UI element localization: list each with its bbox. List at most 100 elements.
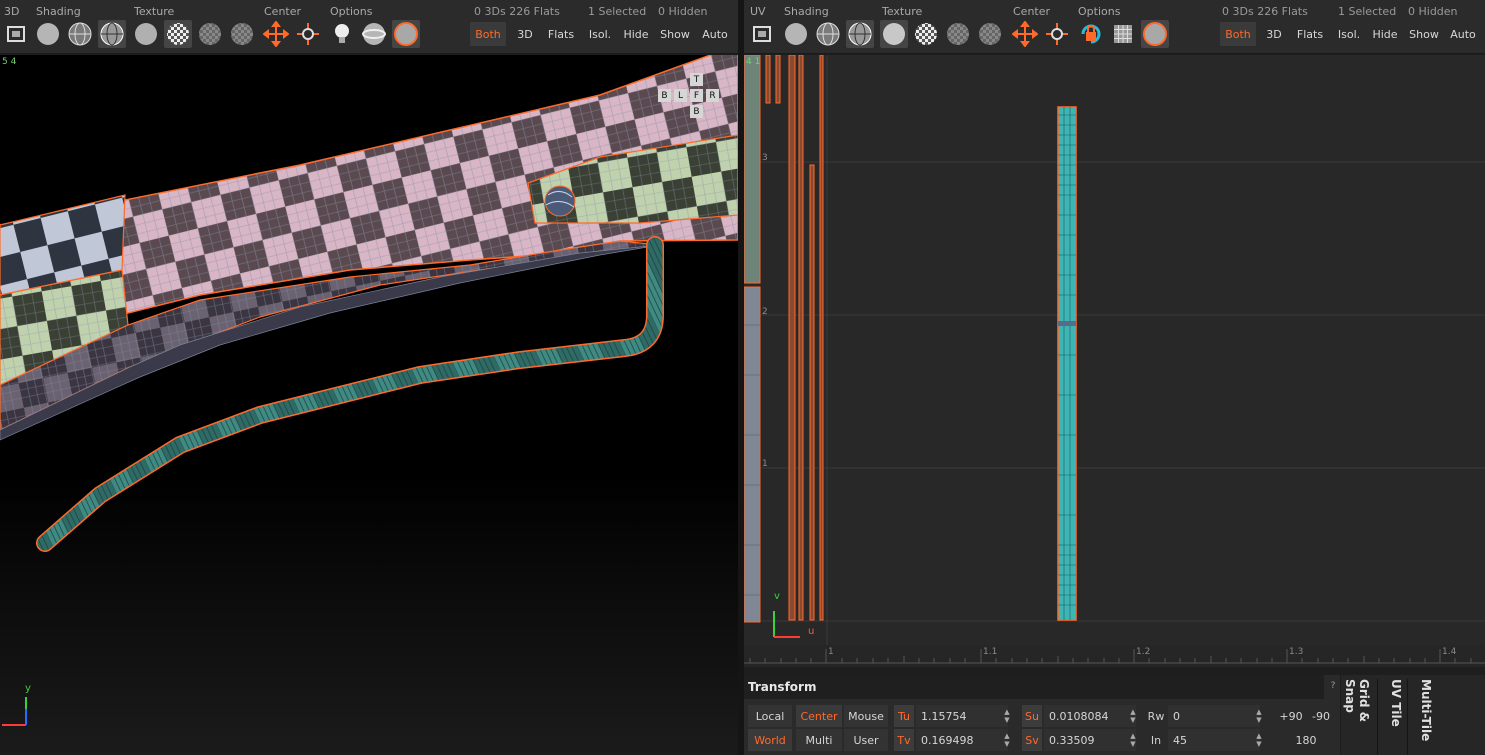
rotate-180-button[interactable]: 180	[1288, 729, 1324, 751]
group-label-shading: Shading	[784, 5, 829, 18]
3d-mesh-render	[0, 55, 738, 552]
tu-spinner-icon[interactable]: ▲ ▼	[1002, 705, 1012, 727]
tv-spinner-icon[interactable]: ▲ ▼	[1002, 729, 1012, 751]
auto-button[interactable]: Auto	[697, 22, 733, 46]
help-button[interactable]: ?	[1326, 677, 1340, 695]
center-target-icon[interactable]	[1043, 20, 1071, 48]
su-spinner-icon[interactable]: ▲ ▼	[1128, 705, 1138, 727]
shading-smooth-wire-icon[interactable]	[846, 20, 874, 48]
texture-checker-icon[interactable]	[164, 20, 192, 48]
uv-ruler-horizontal: 1 1.1 1.2 1.3 1.4	[744, 645, 1485, 667]
3d-button[interactable]: 3D	[508, 22, 542, 46]
tu-field[interactable]: 1.15754	[916, 705, 1008, 727]
rw-field[interactable]: 0	[1168, 705, 1260, 727]
texture-grey-icon[interactable]	[228, 20, 256, 48]
nav-cube-front[interactable]: F	[690, 89, 703, 102]
nav-cube-top[interactable]: T	[690, 73, 703, 86]
show-button[interactable]: Show	[1405, 22, 1443, 46]
isolate-button[interactable]: Isol.	[1333, 22, 1365, 46]
rw-label: Rw	[1147, 709, 1165, 723]
tab-multi-tile[interactable]: Multi-Tile	[1407, 679, 1433, 755]
mesh-count-stat: 0 3Ds 226 Flats	[1222, 5, 1308, 18]
axis-y-label: y	[25, 683, 31, 694]
sv-field[interactable]: 0.33509	[1044, 729, 1136, 751]
tab-grid-snap[interactable]: Grid & Snap	[1343, 679, 1371, 755]
texture-none-icon[interactable]	[880, 20, 908, 48]
hide-button[interactable]: Hide	[1367, 22, 1403, 46]
options-material-icon[interactable]	[1141, 20, 1169, 48]
uv-grid-icon[interactable]	[1109, 20, 1137, 48]
frame-icon[interactable]	[748, 20, 776, 48]
u-mark-1: 1	[828, 647, 834, 657]
axis-v-label: v	[774, 591, 780, 602]
multi-button[interactable]: Multi	[796, 729, 842, 751]
center-button[interactable]: Center	[796, 705, 842, 727]
transform-panel-title[interactable]: Transform	[744, 675, 1324, 699]
3d-viewport[interactable]: 5 4 T B L F R B y	[0, 55, 738, 755]
viewport-toolbar-left: 3D Shading Texture Center Options 0 3Ds …	[0, 0, 738, 54]
su-field[interactable]: 0.0108084	[1044, 705, 1136, 727]
auto-button[interactable]: Auto	[1445, 22, 1481, 46]
texture-none-icon[interactable]	[132, 20, 160, 48]
both-button[interactable]: Both	[1220, 22, 1256, 46]
isolate-button[interactable]: Isol.	[584, 22, 616, 46]
tab-uv-tile[interactable]: UV Tile	[1377, 679, 1403, 755]
texture-dark-icon[interactable]	[944, 20, 972, 48]
uv-lock-rotate-icon[interactable]	[1077, 20, 1105, 48]
in-field[interactable]: 45	[1168, 729, 1260, 751]
flats-button[interactable]: Flats	[1292, 22, 1328, 46]
nav-cube-right[interactable]: R	[706, 89, 719, 102]
v-mark-3: 3	[762, 153, 768, 163]
shading-flat-icon[interactable]	[782, 20, 810, 48]
selected-count-stat: 1 Selected	[588, 5, 647, 18]
hidden-count-stat: 0 Hidden	[658, 5, 708, 18]
center-target-icon[interactable]	[294, 20, 322, 48]
rotate-minus-90-button[interactable]: -90	[1308, 705, 1334, 727]
light-bulb-icon[interactable]	[328, 20, 356, 48]
mouse-button[interactable]: Mouse	[844, 705, 888, 727]
uv-editor-viewport[interactable]: 4 1 3 2 1 v u	[744, 55, 1485, 667]
world-button[interactable]: World	[748, 729, 792, 751]
group-label-shading: Shading	[36, 5, 81, 18]
flats-button[interactable]: Flats	[543, 22, 579, 46]
options-sphere-icon[interactable]	[360, 20, 388, 48]
options-material-icon[interactable]	[392, 20, 420, 48]
shading-flat-icon[interactable]	[34, 20, 62, 48]
v-mark-2: 2	[762, 307, 768, 317]
axis-u-label: u	[808, 626, 815, 637]
3d-button[interactable]: 3D	[1258, 22, 1290, 46]
show-button[interactable]: Show	[656, 22, 694, 46]
nav-cube-back[interactable]: B	[658, 89, 671, 102]
rotate-plus-90-button[interactable]: +90	[1276, 705, 1306, 727]
transform-panel: Transform ? Local Center Mouse World Mul…	[744, 675, 1340, 755]
hide-button[interactable]: Hide	[619, 22, 653, 46]
texture-dark-icon[interactable]	[196, 20, 224, 48]
shading-wire-icon[interactable]	[814, 20, 842, 48]
navigation-cube[interactable]: T B L F R B	[656, 71, 726, 121]
center-move-icon[interactable]	[1011, 20, 1039, 48]
tv-label: Tv	[894, 729, 914, 751]
frame-icon[interactable]	[2, 20, 30, 48]
nav-cube-left[interactable]: L	[674, 89, 687, 102]
center-move-icon[interactable]	[262, 20, 290, 48]
group-label-options: Options	[330, 5, 373, 18]
texture-checker-icon[interactable]	[912, 20, 940, 48]
nav-cube-bottom[interactable]: B	[690, 105, 703, 118]
in-spinner-icon[interactable]: ▲ ▼	[1254, 729, 1264, 751]
mesh-count-stat: 0 3Ds 226 Flats	[474, 5, 560, 18]
texture-grey-icon[interactable]	[976, 20, 1004, 48]
uv-corner-numbers: 4 1	[746, 57, 761, 67]
u-mark-1-2: 1.2	[1136, 647, 1151, 657]
local-button[interactable]: Local	[748, 705, 792, 727]
u-mark-1-1: 1.1	[983, 647, 998, 657]
group-label-center: Center	[264, 5, 302, 18]
group-label-options: Options	[1078, 5, 1121, 18]
u-mark-1-3: 1.3	[1289, 647, 1304, 657]
user-button[interactable]: User	[844, 729, 888, 751]
shading-wire-icon[interactable]	[66, 20, 94, 48]
rw-spinner-icon[interactable]: ▲ ▼	[1254, 705, 1264, 727]
tv-field[interactable]: 0.169498	[916, 729, 1008, 751]
sv-spinner-icon[interactable]: ▲ ▼	[1128, 729, 1138, 751]
both-button[interactable]: Both	[470, 22, 506, 46]
shading-smooth-wire-icon[interactable]	[98, 20, 126, 48]
